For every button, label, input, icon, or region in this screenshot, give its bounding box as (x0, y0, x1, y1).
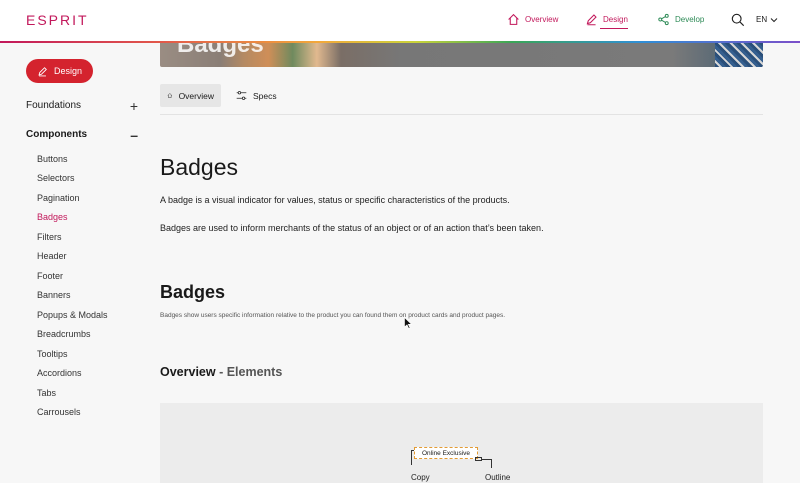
search-icon[interactable] (731, 13, 745, 27)
sidebar-section-foundations[interactable]: Foundations + (26, 97, 138, 114)
online-exclusive-badge: Online Exclusive (414, 447, 478, 459)
sidebar-item-footer[interactable]: Footer (37, 271, 63, 281)
overview-heading: Overview - Elements (160, 365, 282, 379)
design-button[interactable]: Design (26, 59, 93, 83)
language-selector[interactable]: EN (756, 15, 778, 24)
overview-heading-sep: - (215, 365, 227, 379)
language-label: EN (756, 15, 768, 24)
sidebar-item-selectors[interactable]: Selectors (37, 173, 75, 183)
sidebar-section-components[interactable]: Components – (26, 126, 138, 143)
home-icon (167, 93, 173, 98)
sidebar-section-label: Foundations (26, 100, 82, 111)
hero-pattern (715, 43, 763, 67)
outline-marker-box (475, 457, 482, 461)
sidebar-item-banners[interactable]: Banners (37, 290, 71, 300)
minus-icon: – (130, 126, 138, 143)
sidebar-item-breadcrumbs[interactable]: Breadcrumbs (37, 329, 91, 339)
overview-heading-main: Overview (160, 365, 216, 379)
nav-design-label: Design (603, 15, 628, 24)
nav-develop[interactable]: Develop (657, 13, 704, 26)
plus-icon: + (129, 97, 138, 114)
pencil-icon (586, 14, 597, 26)
nav-active-underline (600, 28, 628, 29)
share-icon (658, 13, 669, 26)
design-button-label: Design (53, 66, 82, 76)
sidebar-section-label: Components (26, 129, 88, 140)
nav-develop-label: Develop (675, 15, 705, 24)
sliders-icon (236, 91, 247, 100)
label-outline: Outline (485, 473, 511, 482)
mouse-cursor-icon (404, 317, 412, 329)
sidebar-item-accordions[interactable]: Accordions (37, 368, 82, 378)
hero-title: Badges (177, 43, 264, 58)
sidebar-item-filters[interactable]: Filters (37, 232, 62, 242)
sidebar-item-pagination[interactable]: Pagination (37, 193, 80, 203)
nav-overview-label: Overview (525, 15, 559, 24)
sidebar-item-buttons[interactable]: Buttons (37, 154, 68, 164)
tab-specs[interactable]: Specs (229, 84, 284, 107)
sidebar-item-tabs[interactable]: Tabs (37, 388, 56, 398)
chevron-down-icon (770, 17, 778, 22)
section-title: Badges (160, 282, 226, 302)
sidebar-item-header[interactable]: Header (37, 251, 67, 261)
sidebar-item-badges[interactable]: Badges (37, 212, 68, 222)
sidebar-item-carrousels[interactable]: Carrousels (37, 407, 81, 417)
esprit-logo[interactable]: ESPRIT (26, 12, 89, 28)
elements-preview-panel (160, 403, 763, 483)
tab-specs-label: Specs (253, 90, 277, 101)
tab-overview-label: Overview (178, 90, 214, 101)
label-copy: Copy (411, 473, 430, 482)
nav-design[interactable]: Design (585, 13, 628, 29)
intro-paragraph-2: Badges are used to inform merchants of t… (160, 223, 544, 233)
hero-banner: Badges (160, 43, 763, 67)
section-description: Badges show users specific information r… (160, 312, 506, 319)
page-title: Badges (160, 154, 239, 180)
tab-overview[interactable]: Overview (160, 84, 221, 107)
overview-heading-sub: Elements (226, 365, 283, 379)
tabs-divider (160, 114, 763, 115)
sidebar-item-tooltips[interactable]: Tooltips (37, 349, 68, 359)
sidebar-item-popups-modals[interactable]: Popups & Modals (37, 310, 108, 320)
home-icon (508, 13, 519, 25)
copy-marker-line (411, 450, 412, 465)
intro-paragraph-1: A badge is a visual indicator for values… (160, 195, 510, 205)
outline-marker-drop (491, 459, 492, 468)
nav-overview[interactable]: Overview (507, 13, 558, 26)
pencil-icon (38, 66, 47, 76)
